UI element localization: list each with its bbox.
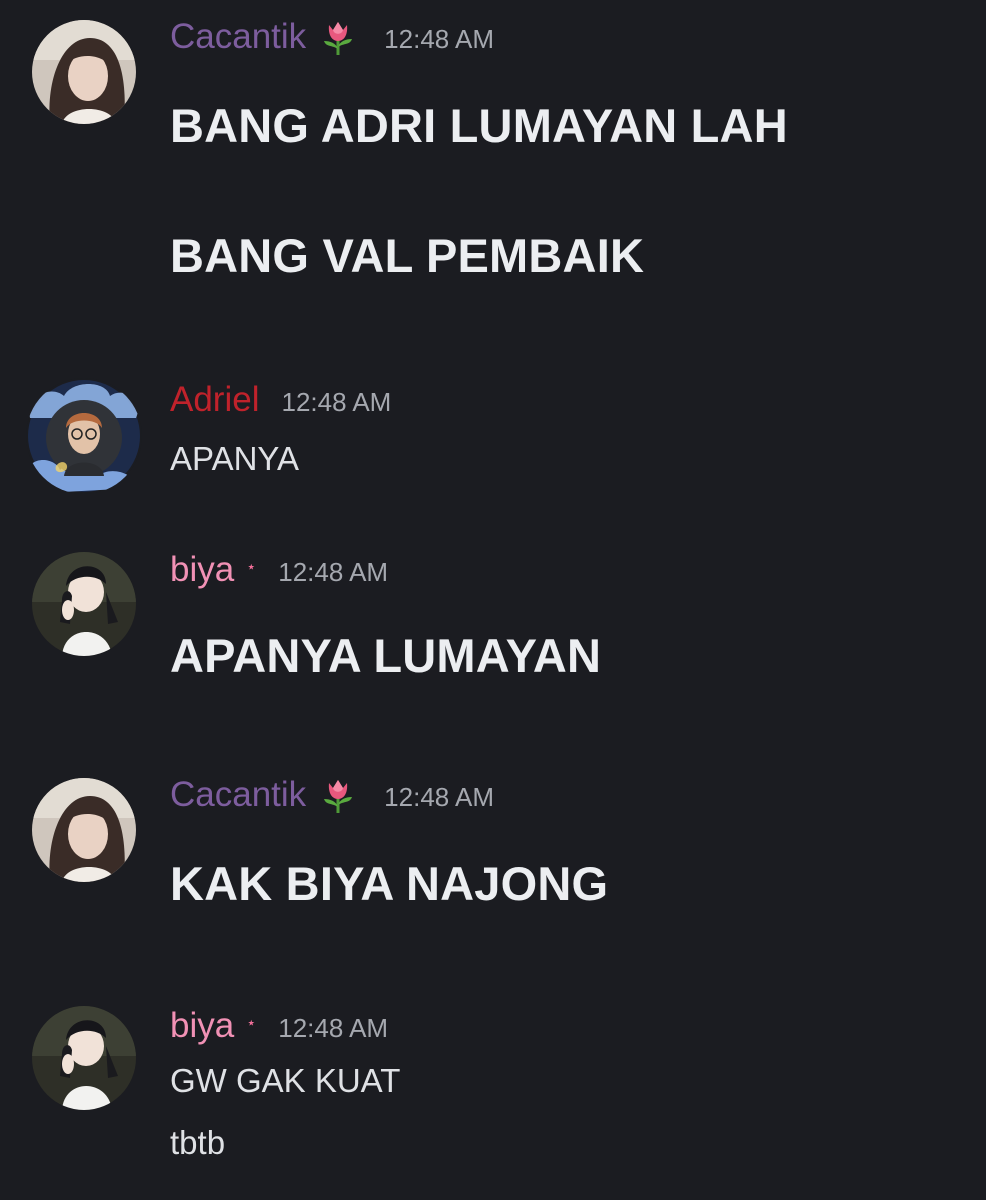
message-text: BANG ADRI LUMAYAN LAH — [170, 99, 788, 152]
message-text: KAK BIYA NAJONG — [170, 857, 609, 910]
username[interactable]: biya — [170, 1006, 234, 1046]
timestamp: 12:48 AM — [384, 23, 495, 54]
message-text: APANYA — [170, 440, 299, 477]
timestamp: 12:48 AM — [278, 556, 389, 587]
tulip-emoji-icon — [318, 17, 358, 57]
timestamp: 12:48 AM — [281, 386, 392, 417]
star-badge-icon: ⋆ — [246, 1015, 257, 1032]
message-text: APANYA LUMAYAN — [170, 629, 602, 682]
username[interactable]: Adriel — [170, 380, 259, 420]
tulip-emoji-icon — [318, 775, 358, 815]
avatar[interactable] — [32, 20, 136, 124]
timestamp: 12:48 AM — [384, 781, 495, 812]
star-badge-icon: ⋆ — [246, 559, 257, 576]
message-text: tbtb — [170, 1124, 226, 1161]
username[interactable]: Cacantik — [170, 17, 306, 57]
avatar[interactable] — [32, 1006, 136, 1110]
avatar[interactable] — [32, 552, 136, 656]
message-text: BANG VAL PEMBAIK — [170, 229, 645, 282]
timestamp: 12:48 AM — [278, 1012, 389, 1043]
avatar[interactable] — [32, 778, 136, 882]
avatar[interactable] — [26, 378, 142, 494]
username[interactable]: biya — [170, 550, 234, 590]
username[interactable]: Cacantik — [170, 775, 306, 815]
message-text: GW GAK KUAT — [170, 1062, 401, 1099]
